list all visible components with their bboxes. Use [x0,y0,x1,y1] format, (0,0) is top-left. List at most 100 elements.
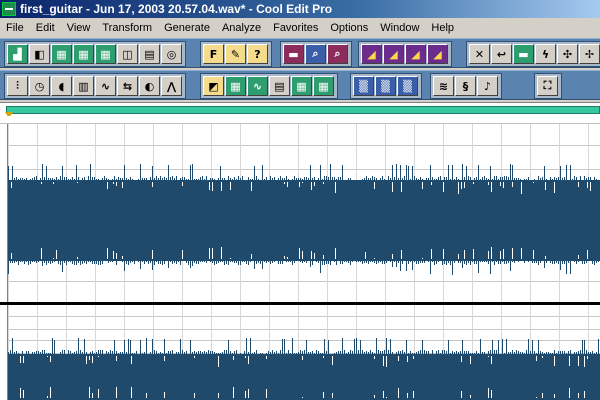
help-button[interactable]: ? [247,44,268,64]
n-3-button[interactable]: ▒ [397,76,418,96]
menu-transform[interactable]: Transform [96,18,158,38]
f-1-button[interactable]: ⛶ [537,76,558,96]
cd-button[interactable]: ◎ [161,44,182,64]
menu-favorites[interactable]: Favorites [267,18,324,38]
waveform-view-button[interactable]: ▟ [7,44,28,64]
menu-window[interactable]: Window [374,18,425,38]
fx-3-button[interactable]: ◢ [405,44,426,64]
waveform-peak [70,261,71,262]
script-button[interactable]: ✎ [225,44,246,64]
waveform-peak [348,261,349,263]
a-2-button[interactable]: ▦ [225,76,246,96]
overview-range-bar[interactable] [6,106,600,114]
t-3-button[interactable]: ◖ [51,76,72,96]
zoom-in-button[interactable]: ⌕ [305,44,326,64]
tool-5-button[interactable]: ✣ [557,44,578,64]
waveform-peak [124,261,125,271]
waveform-peak [492,340,493,354]
waveform-peak [278,261,279,264]
a-4-button[interactable]: ▤ [269,76,290,96]
waveform-peak [144,352,145,354]
g-3-button[interactable]: ♪ [477,76,498,96]
n-2-button[interactable]: ▒ [375,76,396,96]
channel-left[interactable] [8,124,600,302]
a-1-button[interactable]: ◩ [203,76,224,96]
open-file-button[interactable]: ◧ [29,44,50,64]
menu-options[interactable]: Options [324,18,374,38]
page-button[interactable]: ▤ [139,44,160,64]
waveform-peak [396,261,397,267]
tool-3-icon: ▬ [518,47,529,61]
t-2-button[interactable]: ◷ [29,76,50,96]
waveform-peak [566,165,567,180]
waveform-peak [130,261,131,263]
waveform-peak [474,261,475,264]
waveform-detail [473,249,474,259]
waveform-peak [270,261,271,264]
zoom-fit-button[interactable]: ▬ [283,44,304,64]
n-1-button[interactable]: ▒ [353,76,374,96]
waveform-peak [218,178,219,180]
menu-generate[interactable]: Generate [158,18,216,38]
cool-edit-app-icon[interactable] [2,2,16,16]
spectral-view-button[interactable]: ▦ [95,44,116,64]
fx-1-button[interactable]: ◢ [361,44,382,64]
menu-view[interactable]: View [61,18,97,38]
overview-strip[interactable] [0,102,600,118]
tool-3-button[interactable]: ▬ [513,44,534,64]
waveform-peak [156,351,157,354]
waveform-peak [210,178,211,180]
menu-edit[interactable]: Edit [30,18,61,38]
tool-1-button[interactable]: ✕ [469,44,490,64]
waveform-peak [502,261,503,262]
menu-file[interactable]: File [0,18,30,38]
t-5-button[interactable]: ∿ [95,76,116,96]
a-3-button[interactable]: ∿ [247,76,268,96]
fx-2-button[interactable]: ◢ [383,44,404,64]
waveform-peak [310,165,311,180]
tool-4-button[interactable]: ϟ [535,44,556,64]
zoom-out-button[interactable]: ⌕ [327,44,348,64]
g-1-button[interactable]: ≋ [433,76,454,96]
waveform-peak [526,350,527,354]
menu-help[interactable]: Help [425,18,460,38]
waveform-peak [518,178,519,180]
a-6-button[interactable]: ▦ [313,76,334,96]
tool-2-icon: ↩ [496,47,507,61]
waveform-peak [466,261,467,265]
waveform-detail [461,182,462,189]
tool-2-button[interactable]: ↩ [491,44,512,64]
menu-analyze[interactable]: Analyze [216,18,267,38]
waveform-peak [248,261,249,265]
waveform-peak [142,353,143,354]
t-8-button[interactable]: ⋀ [161,76,182,96]
t-6-button[interactable]: ⇆ [117,76,138,96]
t-1-button[interactable]: ⫶ [7,76,28,96]
waveform-peak [346,353,347,354]
a-5-button[interactable]: ▦ [291,76,312,96]
tool-6-button[interactable]: ✢ [579,44,600,64]
waveform-peak [108,352,109,354]
waveform-peak [98,350,99,354]
t-4-button[interactable]: ▥ [73,76,94,96]
t-7-button[interactable]: ◐ [139,76,160,96]
waveform-peak [544,353,545,354]
waveform-peak [480,179,481,180]
waveform-peak [18,261,19,265]
waveform-peak [132,261,133,262]
tile-view-button[interactable]: ▦ [51,44,72,64]
font-button[interactable]: F [203,44,224,64]
waveform-peak [372,352,373,354]
waveform-peak [306,177,307,180]
g-2-button[interactable]: § [455,76,476,96]
doc-button[interactable]: ◫ [117,44,138,64]
channel-right[interactable] [8,305,600,400]
fx-4-button[interactable]: ◢ [427,44,448,64]
waveform-peak [78,261,79,263]
time-ruler[interactable] [0,116,600,124]
waveform-peak [214,352,215,354]
waveform-display[interactable] [0,116,600,400]
waveform-peak [62,261,63,272]
multitrack-button[interactable]: ▦ [73,44,94,64]
noise-group: ▒ ▒ ▒ [350,73,422,99]
